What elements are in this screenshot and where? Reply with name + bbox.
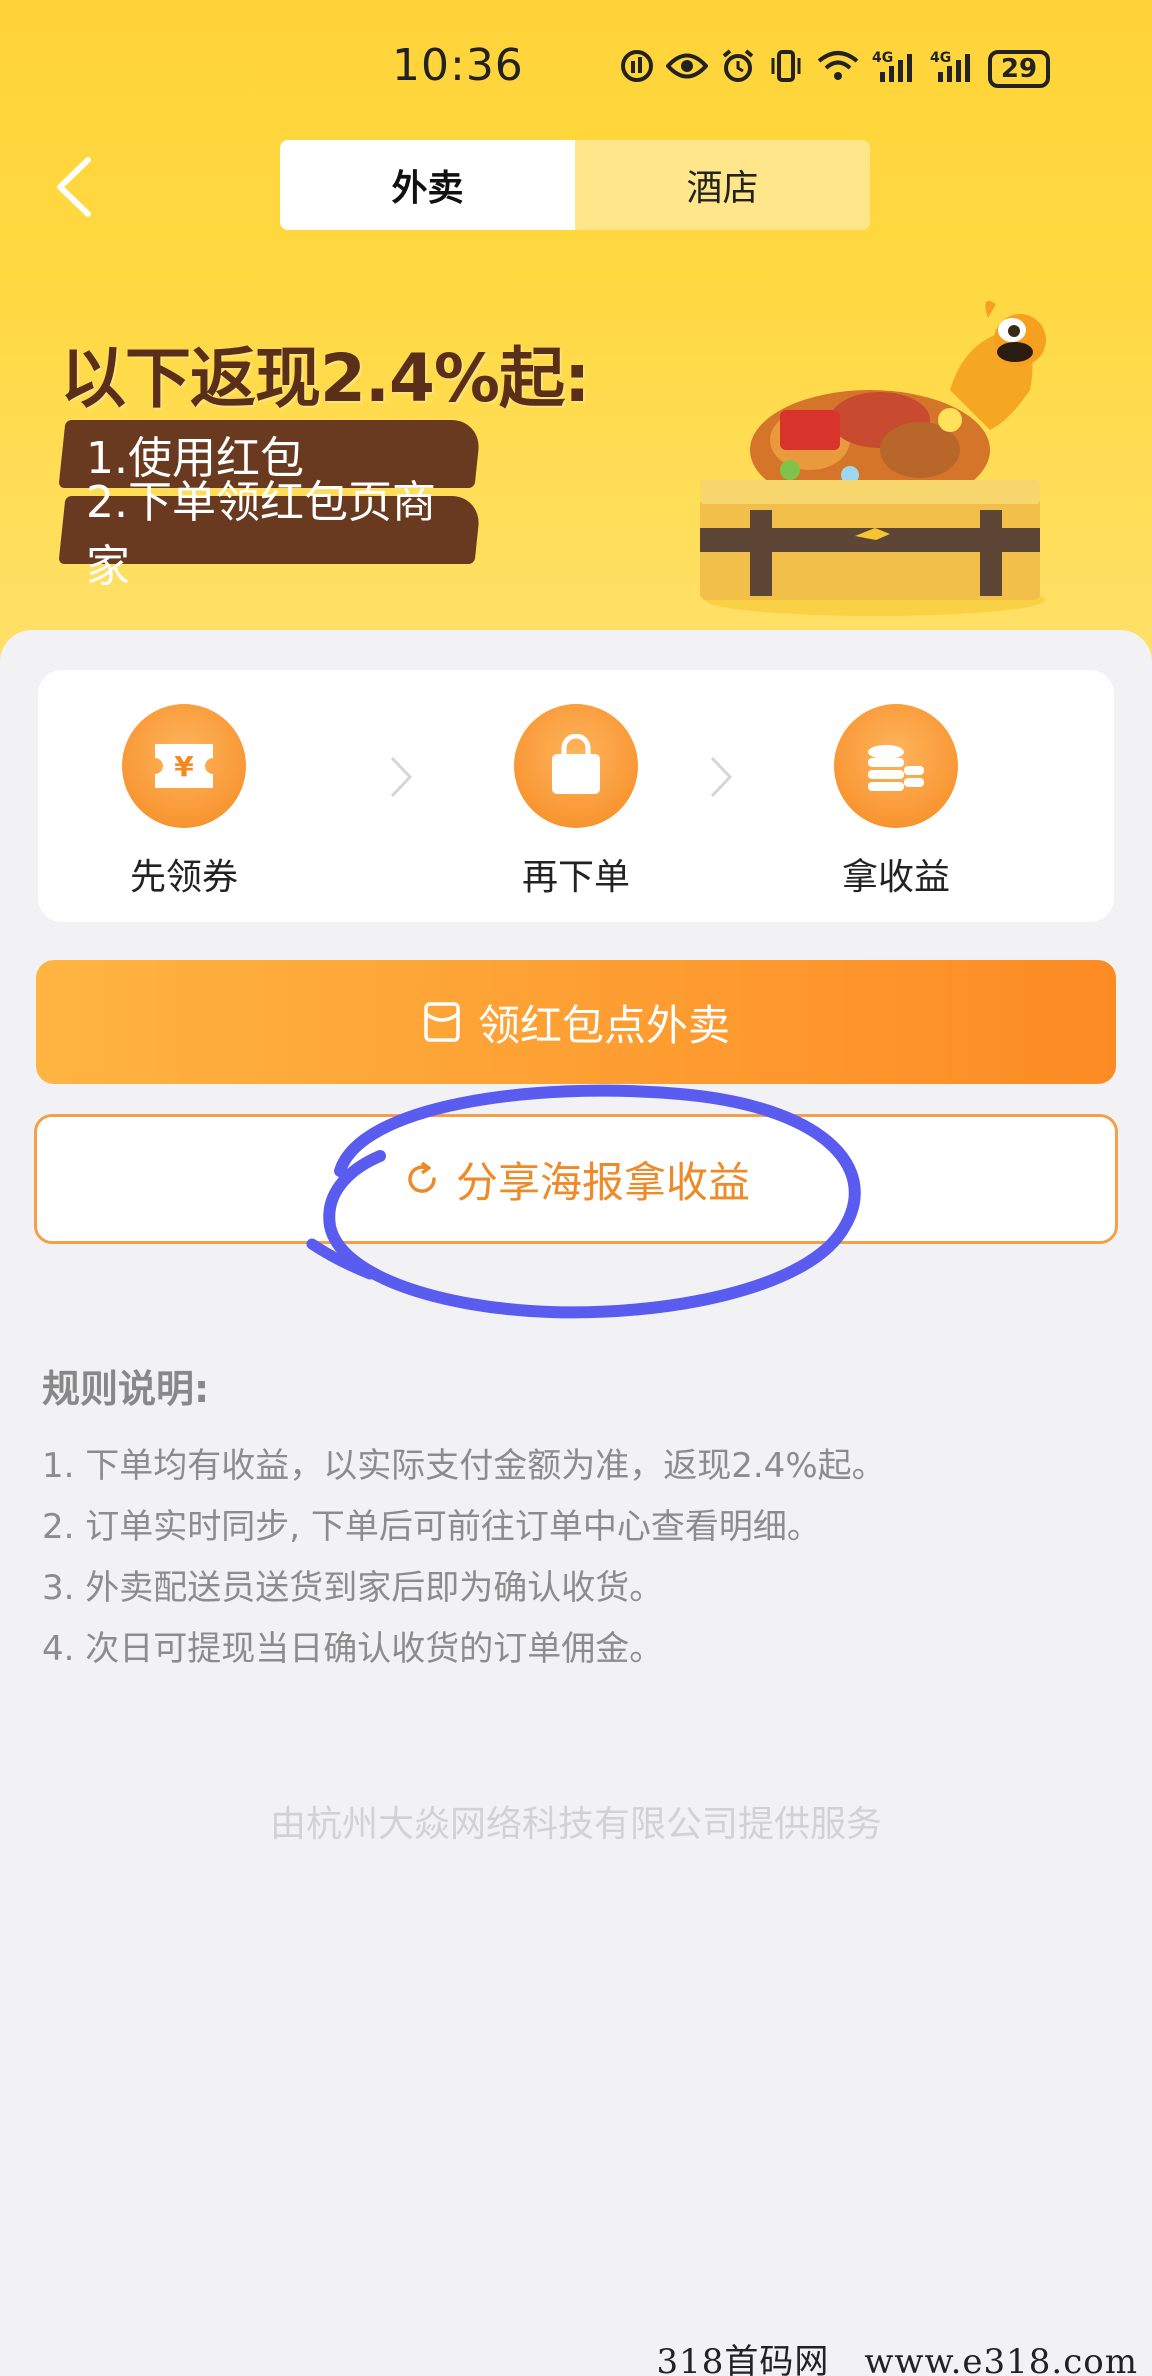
alarm-icon — [720, 48, 756, 90]
provider-footer: 由杭州大焱网络科技有限公司提供服务 — [269, 1804, 882, 1845]
refresh-icon — [408, 1161, 436, 1193]
watermark: 318首码网 www.e318.com — [656, 2342, 1138, 2376]
tab-group: 外卖 酒店 — [280, 140, 870, 230]
coupon-icon: ¥ — [155, 744, 213, 788]
claim-coupon-order-button[interactable]: 领红包点外卖 — [36, 960, 1116, 1084]
step-icon-circle — [834, 704, 958, 828]
steps-card: ¥ 先领券 再下单 拿收益 — [38, 670, 1114, 922]
step-place-order: 再下单 — [466, 704, 686, 900]
back-button[interactable] — [48, 152, 98, 222]
status-icons: 4G 4G 29 — [620, 46, 1050, 92]
food-gift-box-illustration — [700, 301, 1046, 616]
4g-signal-icon: 4G — [930, 48, 976, 90]
rule-item: 2. 订单实时同步, 下单后可前往订单中心查看明细。 — [42, 1507, 821, 1547]
svg-text:4G: 4G — [872, 50, 893, 66]
chevron-right-icon — [706, 752, 736, 814]
rules-list: 1. 下单均有收益，以实际支付金额为准，返现2.4%起。 2. 订单实时同步, … — [42, 1436, 886, 1680]
step-get-coupon: ¥ 先领券 — [74, 704, 294, 900]
primary-button-label: 领红包点外卖 — [477, 1000, 730, 1050]
secondary-button-label: 分享海报拿收益 — [455, 1157, 750, 1207]
banner-item: 2.下单领红包页商家 — [58, 477, 482, 592]
svg-text:¥: ¥ — [174, 750, 194, 783]
status-time: 10:36 — [392, 40, 524, 91]
coins-icon — [868, 745, 924, 791]
status-bar: 10:36 4G 4G 29 — [0, 30, 1152, 105]
header-banner: 10:36 4G 4G 29 外卖 酒店 以下返现2.4%起: 1.使用红包 2… — [0, 0, 1152, 660]
rule-item: 1. 下单均有收益，以实际支付金额为准，返现2.4%起。 — [42, 1446, 886, 1486]
rule-item: 3. 外卖配送员送货到家后即为确认收货。 — [42, 1568, 664, 1608]
red-packet-icon — [424, 1002, 460, 1042]
step-label: 再下单 — [521, 857, 630, 898]
wifi-icon — [816, 49, 860, 89]
chevron-right-icon — [386, 752, 416, 814]
chevron-left-icon — [57, 157, 91, 217]
step-label: 拿收益 — [841, 857, 950, 898]
eye-icon — [665, 51, 709, 87]
rules-title: 规则说明: — [42, 1367, 210, 1411]
vibrate-icon — [768, 49, 804, 89]
share-poster-button[interactable]: 分享海报拿收益 — [34, 1114, 1118, 1244]
svg-text:4G: 4G — [930, 50, 951, 66]
step-get-earnings: 拿收益 — [786, 704, 1006, 900]
tab-takeout[interactable]: 外卖 — [280, 140, 575, 230]
4g-signal-icon: 4G — [872, 48, 918, 90]
rule-item: 4. 次日可提现当日确认收货的订单佣金。 — [42, 1629, 664, 1669]
tab-hotel[interactable]: 酒店 — [575, 140, 870, 230]
banner-title: 以下返现2.4%起: — [60, 340, 590, 417]
signal-badge-icon — [620, 49, 654, 89]
step-icon-circle: ¥ — [122, 704, 246, 828]
step-label: 先领券 — [129, 857, 238, 898]
shopping-bag-icon — [552, 734, 600, 794]
battery-indicator: 29 — [988, 50, 1050, 88]
step-icon-circle — [514, 704, 638, 828]
